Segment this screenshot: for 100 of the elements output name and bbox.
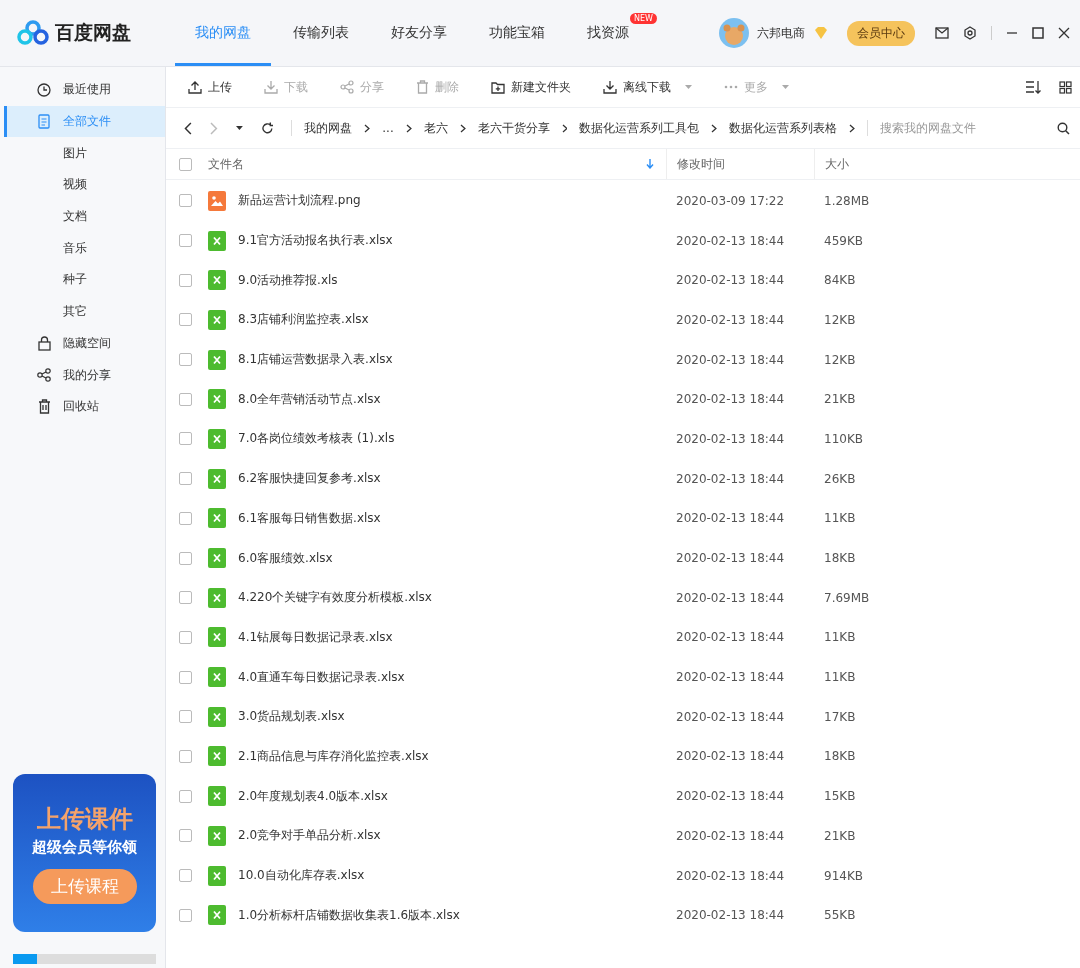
search-icon[interactable] [1057,121,1071,135]
sort-icon[interactable] [1025,80,1041,94]
more-icon [724,85,738,89]
toolbar-button[interactable]: 离线下载 [595,74,700,100]
row-checkbox[interactable] [179,670,192,684]
sidebar-item[interactable]: 视频 [4,169,165,201]
column-header[interactable]: 文件名 [208,155,244,173]
forward-icon[interactable] [209,121,218,135]
sidebar-item[interactable]: 我的分享 [4,359,165,391]
sidebar-item[interactable]: 隐藏空间 [4,327,165,360]
settings-icon[interactable] [963,26,977,40]
sidebar-item[interactable]: 音乐 [4,232,165,265]
row-checkbox[interactable] [179,829,192,843]
row-checkbox[interactable] [179,551,192,565]
file-name[interactable]: 2.1商品信息与库存消化监控表.xlsx [238,747,429,765]
breadcrumb-link[interactable]: 数据化运营系列工具包 [579,119,700,137]
mail-icon[interactable] [935,27,949,39]
row-checkbox[interactable] [179,908,192,922]
spreadsheet-file-icon [208,389,226,410]
file-name[interactable]: 4.0直通车每日数据记录表.xlsx [238,668,405,686]
column-header[interactable]: 修改时间 [666,149,814,179]
file-name[interactable]: 7.0各岗位绩效考核表 (1).xls [238,430,395,448]
row-checkbox[interactable] [179,472,192,486]
file-name[interactable]: 10.0自动化库存表.xlsx [238,867,365,885]
file-name[interactable]: 1.0分析标杆店铺数据收集表1.6版本.xlsx [238,906,460,924]
file-name[interactable]: 新品运营计划流程.png [238,192,361,210]
file-name[interactable]: 8.1店铺运营数据录入表.xlsx [238,351,393,369]
row-checkbox[interactable] [179,392,192,406]
row-checkbox[interactable] [179,749,192,763]
row-checkbox[interactable] [179,432,192,446]
cloud-logo-icon [17,20,49,46]
file-name[interactable]: 3.0货品规划表.xlsx [238,708,345,726]
spreadsheet-file-icon [208,786,226,807]
file-name[interactable]: 9.1官方活动报名执行表.xlsx [238,232,393,250]
row-checkbox[interactable] [179,511,192,525]
modified-time: 2020-02-13 18:44 [675,630,786,645]
toolbar-button[interactable]: 新建文件夹 [483,74,579,100]
modified-time: 2020-02-13 18:44 [675,789,786,804]
image-file-icon [208,190,226,211]
sidebar-item[interactable]: 其它 [4,295,165,328]
file-name[interactable]: 2.0年度规划表4.0版本.xlsx [238,787,388,805]
nav-tab[interactable]: 功能宝箱 [469,0,565,66]
row-checkbox[interactable] [179,313,192,327]
toolbar-button[interactable]: 上传 [180,74,240,100]
sidebar-item[interactable]: 回收站 [4,390,165,423]
breadcrumb-link[interactable]: 老六 [423,119,448,137]
modified-time: 2020-02-13 18:44 [675,749,786,764]
caret-icon[interactable] [235,126,243,130]
modified-time: 2020-02-13 18:44 [675,511,786,526]
file-name[interactable]: 4.220个关键字有效度分析模板.xlsx [238,589,432,607]
row-checkbox[interactable] [179,630,192,644]
chevron-icon [405,123,412,133]
row-checkbox[interactable] [179,591,192,605]
breadcrumb-link[interactable]: 我的网盘 [304,119,353,137]
file-size: 15KB [823,789,857,804]
modified-time: 2020-02-13 18:44 [675,233,786,248]
row-checkbox[interactable] [179,194,192,208]
back-icon[interactable] [184,121,192,135]
user-name[interactable]: 六邦电商 [757,24,805,42]
file-size: 21KB [823,392,857,407]
row-checkbox[interactable] [179,353,192,367]
row-checkbox[interactable] [179,789,192,803]
search-field[interactable]: 搜索我的网盘文件 [867,120,1071,136]
refresh-icon[interactable] [260,121,274,135]
file-name[interactable]: 6.0客服绩效.xlsx [238,549,333,567]
chevron-icon [364,123,371,133]
sidebar-item[interactable]: 文档 [4,200,165,233]
file-name[interactable]: 9.0活动推荐报.xls [238,271,338,289]
file-size: 459KB [823,233,864,248]
breadcrumb-link[interactable]: 老六干货分享 [477,119,550,137]
promo-banner[interactable]: 上传课件 超级会员等你领 上传课程 [13,774,156,932]
breadcrumb-link[interactable]: ... [382,121,394,135]
row-checkbox[interactable] [179,273,192,287]
nav-tab[interactable]: 好友分享 [371,0,467,66]
maximize-icon[interactable] [1032,27,1044,39]
sidebar-item[interactable]: 图片 [4,137,165,170]
modified-time: 2020-02-13 18:44 [675,828,786,843]
nav-tab[interactable]: 找资源 NEW [567,0,659,66]
modified-time: 2020-02-13 18:44 [675,551,786,566]
file-name[interactable]: 6.2客服快捷回复参考.xlsx [238,470,381,488]
file-name[interactable]: 6.1客服每日销售数据.xlsx [238,509,381,527]
close-icon[interactable] [1058,27,1070,39]
file-name[interactable]: 8.0全年营销活动节点.xlsx [238,390,381,408]
file-name[interactable]: 4.1钻展每日数据记录表.xlsx [238,628,393,646]
sidebar-item[interactable]: 最近使用 [4,74,165,106]
file-name[interactable]: 8.3店铺利润监控表.xlsx [238,311,369,329]
file-size: 1.28MB [823,193,871,208]
nav-tab[interactable]: 传输列表 [273,0,369,66]
sidebar-item[interactable]: 种子 [4,264,165,296]
row-checkbox[interactable] [179,234,192,248]
row-checkbox[interactable] [179,869,192,883]
row-checkbox[interactable] [179,710,192,724]
file-name[interactable]: 2.0竞争对手单品分析.xlsx [238,827,381,845]
column-header[interactable]: 大小 [814,149,914,179]
select-all-checkbox[interactable] [179,157,192,171]
app-name: 百度网盘 [55,20,131,45]
promo-title: 上传课件 [36,803,133,835]
vip-center-button[interactable]: 会员中心 [847,20,915,46]
grid-view-icon[interactable] [1059,80,1072,94]
breadcrumb-link[interactable]: 数据化运营系列表格 [729,119,838,137]
